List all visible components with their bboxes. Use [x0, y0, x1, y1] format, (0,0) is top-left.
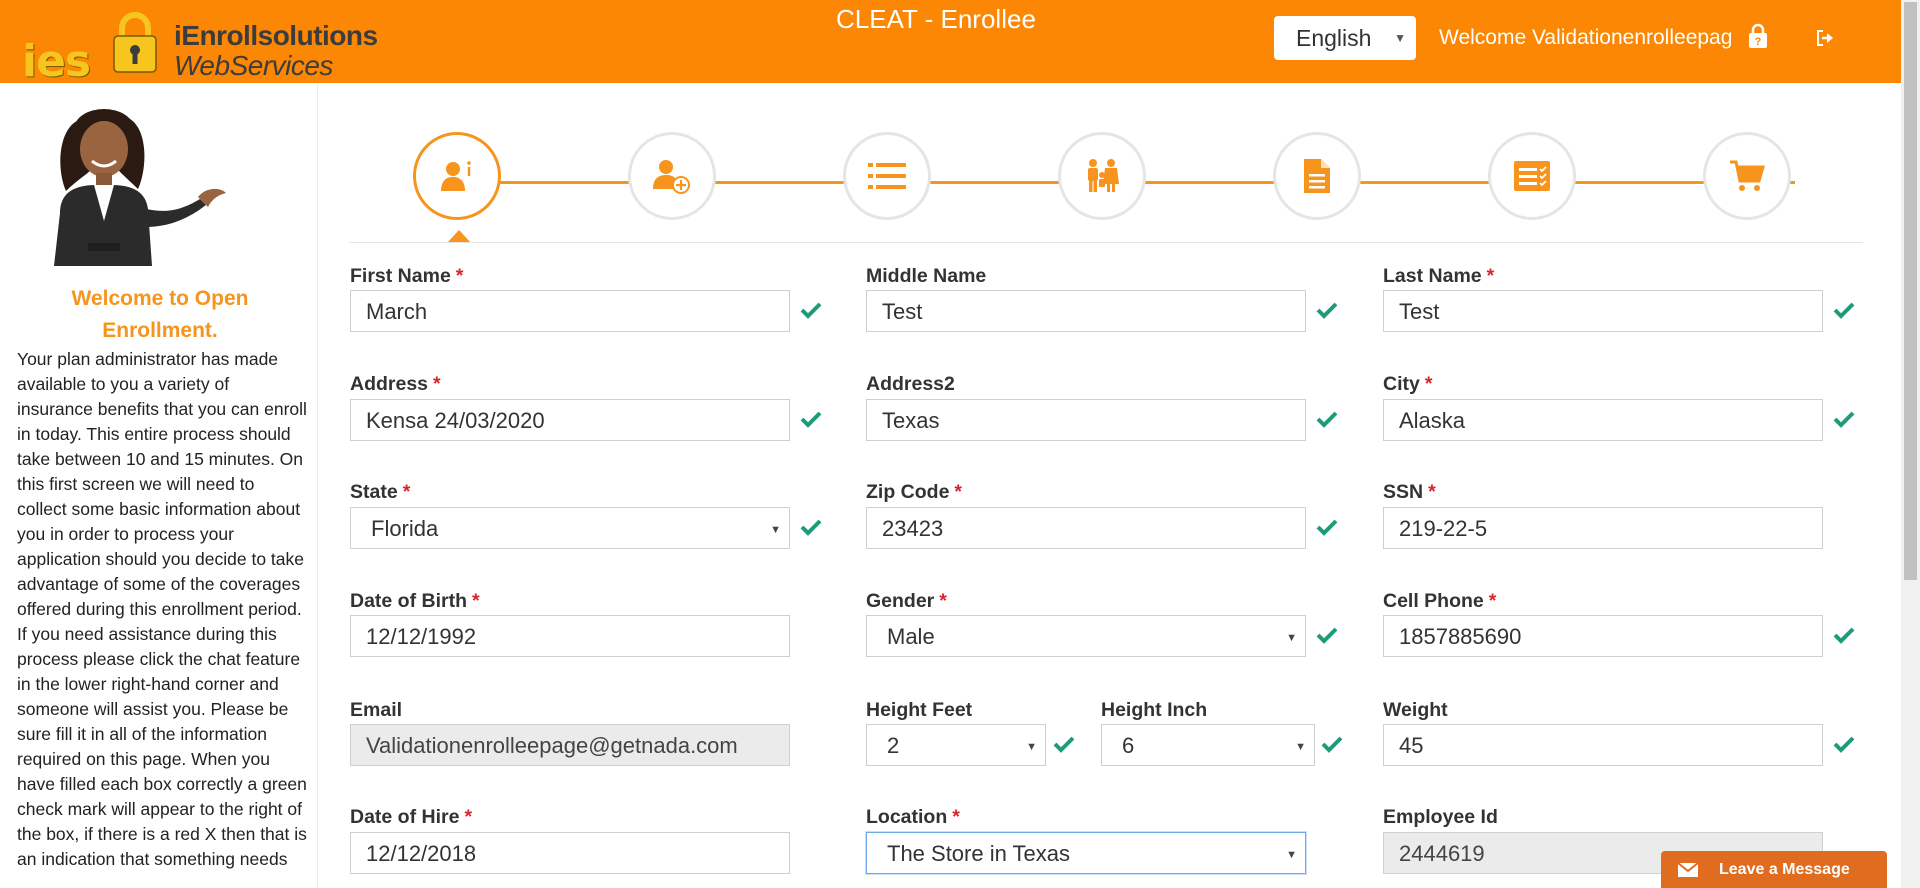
check-icon — [1316, 302, 1338, 319]
chevron-down-icon: ▼ — [770, 524, 781, 536]
list-icon — [868, 163, 906, 189]
cell-phone-input[interactable]: 1857885690 — [1383, 615, 1823, 657]
middle-name-label: Middle Name — [866, 265, 987, 287]
gender-value: Male — [887, 624, 935, 649]
hire-date-input[interactable]: 12/12/2018 — [350, 832, 790, 874]
address2-label: Address2 — [866, 373, 955, 395]
gender-select[interactable]: Male ▼ — [866, 615, 1306, 657]
ssn-label: SSN * — [1383, 481, 1436, 503]
height-feet-value: 2 — [887, 733, 900, 758]
height-inch-value: 6 — [1122, 733, 1135, 758]
state-value: Florida — [371, 516, 439, 541]
middle-name-input[interactable]: Test — [866, 290, 1306, 332]
first-name-label: First Name * — [350, 265, 464, 287]
top-header: ies iEnrollsolutions WebServices CLEAT -… — [0, 0, 1901, 87]
check-icon — [1316, 411, 1338, 428]
hire-date-label: Date of Hire * — [350, 806, 473, 828]
state-select[interactable]: Florida ▼ — [350, 507, 790, 549]
chevron-down-icon: ▼ — [1295, 741, 1306, 753]
zip-label: Zip Code * — [866, 481, 963, 503]
address-input[interactable]: Kensa 24/03/2020 — [350, 399, 790, 441]
location-value: The Store in Texas — [887, 841, 1071, 866]
family-icon — [1088, 159, 1119, 192]
logo-abbrev: ies — [22, 36, 91, 87]
lock-icon[interactable]: ? — [1748, 23, 1768, 49]
chevron-down-icon: ▼ — [1026, 741, 1037, 753]
check-icon — [800, 302, 822, 319]
email-label: Email — [350, 699, 403, 721]
step-documents[interactable] — [1273, 132, 1361, 220]
steps-divider — [349, 242, 1863, 243]
personal-info-icon — [441, 161, 471, 191]
weight-label: Weight — [1383, 699, 1448, 721]
employee-id-label: Employee Id — [1383, 806, 1498, 828]
location-select[interactable]: The Store in Texas ▼ — [866, 832, 1306, 874]
check-icon — [1316, 627, 1338, 644]
chevron-down-icon: ▼ — [1286, 632, 1297, 644]
language-value: English — [1296, 25, 1372, 51]
scrollbar-thumb[interactable] — [1904, 2, 1917, 580]
city-label: City * — [1383, 373, 1433, 395]
state-label: State * — [350, 481, 411, 503]
address-label: Address * — [350, 373, 441, 395]
check-icon — [1833, 411, 1855, 428]
svg-text:?: ? — [1755, 36, 1762, 48]
last-name-label: Last Name * — [1383, 265, 1495, 287]
check-icon — [1833, 627, 1855, 644]
zip-input[interactable]: 23423 — [866, 507, 1306, 549]
sidebar: Welcome to Open Enrollment. Your plan ad… — [0, 83, 318, 888]
first-name-input[interactable]: March — [350, 290, 790, 332]
height-inch-label: Height Inch — [1101, 699, 1208, 721]
height-feet-select[interactable]: 2 ▼ — [866, 724, 1046, 766]
welcome-user: Welcome Validationenrolleepag — [1439, 26, 1733, 49]
step-review[interactable] — [1488, 132, 1576, 220]
check-icon — [1833, 302, 1855, 319]
cell-phone-label: Cell Phone * — [1383, 590, 1497, 612]
check-icon — [800, 519, 822, 536]
document-icon — [1304, 159, 1330, 193]
step-family[interactable] — [1058, 132, 1146, 220]
height-inch-select[interactable]: 6 ▼ — [1101, 724, 1315, 766]
envelope-icon — [1677, 862, 1699, 877]
logo[interactable]: ies iEnrollsolutions WebServices — [18, 6, 378, 87]
cart-icon — [1730, 160, 1765, 191]
add-dependent-icon — [653, 160, 690, 194]
address2-input[interactable]: Texas — [866, 399, 1306, 441]
app-root: ies iEnrollsolutions WebServices CLEAT -… — [0, 0, 1920, 888]
location-label: Location * — [866, 806, 960, 828]
step-personal-info[interactable] — [413, 132, 501, 220]
check-icon — [1833, 736, 1855, 753]
welcome-heading: Welcome to Open Enrollment. — [71, 287, 249, 342]
check-icon — [1316, 519, 1338, 536]
chevron-down-icon: ▼ — [1394, 31, 1406, 45]
welcome-text: Your plan administrator has made availab… — [17, 349, 307, 869]
step-cart[interactable] — [1703, 132, 1791, 220]
check-icon — [1053, 736, 1075, 753]
leave-message-label: Leave a Message — [1719, 861, 1850, 878]
check-icon — [1321, 736, 1343, 753]
weight-input[interactable]: 45 — [1383, 724, 1823, 766]
step-list[interactable] — [843, 132, 931, 220]
gender-label: Gender * — [866, 590, 947, 612]
checklist-icon — [1514, 161, 1550, 191]
logo-line1: iEnrollsolutions — [174, 20, 378, 51]
dob-input[interactable]: 12/12/1992 — [350, 615, 790, 657]
height-feet-label: Height Feet — [866, 699, 973, 721]
last-name-input[interactable]: Test — [1383, 290, 1823, 332]
step-dependents[interactable] — [628, 132, 716, 220]
logo-lock-icon — [113, 12, 157, 73]
page-scrollbar[interactable] — [1901, 0, 1920, 888]
dob-label: Date of Birth * — [350, 590, 480, 612]
logo-line2: WebServices — [174, 50, 333, 81]
chevron-down-icon: ▼ — [1286, 849, 1297, 861]
leave-message-button[interactable]: Leave a Message — [1661, 851, 1887, 888]
welcome-avatar — [54, 109, 226, 266]
city-input[interactable]: Alaska — [1383, 399, 1823, 441]
email-field: Validationenrolleepage@getnada.com — [350, 724, 790, 766]
ssn-input[interactable]: 219-22-5 — [1383, 507, 1823, 549]
page-title: CLEAT - Enrollee — [836, 4, 1036, 34]
logout-icon[interactable] — [1816, 30, 1836, 46]
check-icon — [800, 411, 822, 428]
language-select[interactable]: English ▼ — [1274, 16, 1416, 60]
